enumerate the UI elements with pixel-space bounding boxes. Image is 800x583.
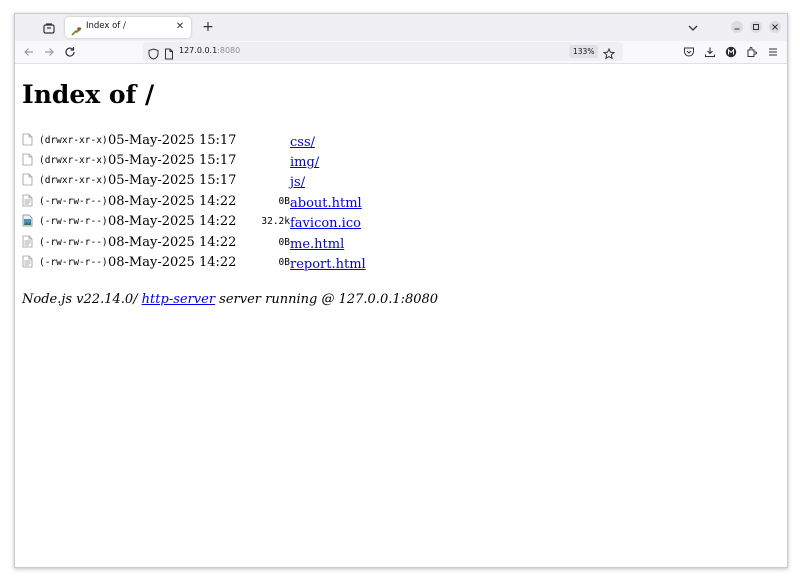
- new-tab-button[interactable]: +: [200, 19, 216, 35]
- footer-suffix: server running @ 127.0.0.1:8080: [215, 292, 439, 307]
- file-size: [253, 130, 290, 150]
- bookmark-star-icon[interactable]: [602, 45, 616, 64]
- file-size: [253, 150, 290, 170]
- file-link[interactable]: favicon.ico: [290, 216, 361, 231]
- extensions-icon[interactable]: [745, 45, 759, 59]
- file-size: 0B: [278, 257, 290, 269]
- file-permissions: (-rw-rw-r--): [39, 236, 108, 248]
- file-size: 0B: [278, 236, 290, 248]
- tab-index[interactable]: Index of / ✕: [65, 17, 191, 38]
- maximize-button[interactable]: [750, 21, 762, 33]
- browser-window: Index of / ✕ + 127.0.0.1:8080 133% Index…: [14, 13, 788, 568]
- file-link[interactable]: css/: [290, 135, 315, 150]
- url-bar[interactable]: 127.0.0.1:8080 133%: [143, 42, 623, 61]
- blank-file-icon: [22, 171, 39, 191]
- file-date: 05-May-2025 15:17: [108, 132, 237, 148]
- file-link[interactable]: report.html: [290, 257, 366, 272]
- listing-row: (drwxr-xr-x) 05-May-2025 15:17 img/: [22, 150, 366, 170]
- page-content: Index of / (drwxr-xr-x) 05-May-2025 15:17…: [15, 64, 787, 567]
- reload-icon[interactable]: [63, 45, 77, 59]
- file-date: 05-May-2025 15:17: [108, 173, 237, 189]
- url-port: :8080: [217, 46, 241, 55]
- http-server-link[interactable]: http-server: [142, 292, 215, 307]
- zoom-level-button[interactable]: 133%: [569, 45, 599, 58]
- file-permissions: (drwxr-xr-x): [39, 155, 108, 167]
- file-link[interactable]: js/: [290, 175, 305, 190]
- account-avatar-icon[interactable]: [724, 45, 738, 59]
- shield-icon[interactable]: [148, 45, 159, 64]
- blank-file-icon: [22, 130, 39, 150]
- file-permissions: (-rw-rw-r--): [39, 257, 108, 269]
- menu-hamburger-icon[interactable]: [766, 45, 780, 59]
- tab-bar: Index of / ✕ +: [15, 14, 787, 41]
- file-size: [253, 171, 290, 191]
- html-file-icon: [22, 191, 39, 211]
- back-arrow-icon[interactable]: [22, 45, 36, 59]
- directory-listing: (drwxr-xr-x) 05-May-2025 15:17 css/(drwxr-…: [22, 130, 366, 273]
- file-size: 32.2k: [261, 216, 290, 228]
- pocket-icon[interactable]: [682, 45, 696, 59]
- page-title: Index of /: [22, 80, 155, 109]
- file-date: 05-May-2025 15:17: [108, 153, 237, 169]
- minimize-button[interactable]: [731, 21, 743, 33]
- firefox-view-icon[interactable]: [41, 20, 57, 36]
- close-tab-icon[interactable]: ✕: [174, 21, 186, 33]
- file-date: 08-May-2025 14:22: [108, 234, 237, 250]
- listing-row: (drwxr-xr-x) 05-May-2025 15:17 css/: [22, 130, 366, 150]
- file-size: 0B: [278, 195, 290, 207]
- html-file-icon: [22, 232, 39, 252]
- file-permissions: (-rw-rw-r--): [39, 195, 108, 207]
- file-date: 08-May-2025 14:22: [108, 193, 237, 209]
- blank-file-icon: [22, 150, 39, 170]
- tab-favicon-icon: [71, 22, 82, 36]
- listing-row: (drwxr-xr-x) 05-May-2025 15:17 js/: [22, 171, 366, 191]
- download-icon[interactable]: [703, 45, 717, 59]
- forward-arrow-icon[interactable]: [42, 45, 56, 59]
- file-link[interactable]: img/: [290, 155, 319, 170]
- navigation-toolbar: 127.0.0.1:8080 133%: [15, 41, 787, 64]
- listing-row: (-rw-rw-r--) 08-May-2025 14:22 0B me.html: [22, 232, 366, 252]
- server-footer: Node.js v22.14.0/ http-server server run…: [22, 292, 438, 307]
- listing-row: (-rw-rw-r--) 08-May-2025 14:22 0B about.htm…: [22, 191, 366, 211]
- close-window-button[interactable]: [769, 21, 781, 33]
- footer-prefix: Node.js v22.14.0/: [22, 292, 142, 307]
- file-link[interactable]: about.html: [290, 196, 362, 211]
- file-permissions: (-rw-rw-r--): [39, 216, 108, 228]
- page-info-icon[interactable]: [164, 45, 174, 64]
- file-permissions: (drwxr-xr-x): [39, 175, 108, 187]
- listing-row: (-rw-rw-r--) 08-May-2025 14:22 32.2k favico…: [22, 212, 366, 232]
- html-file-icon: [22, 252, 39, 272]
- file-permissions: (drwxr-xr-x): [39, 134, 108, 146]
- url-host: 127.0.0.1: [179, 46, 218, 55]
- url-text: 127.0.0.1:8080: [179, 46, 240, 55]
- file-link[interactable]: me.html: [290, 237, 344, 252]
- tab-title: Index of /: [86, 21, 126, 31]
- file-date: 08-May-2025 14:22: [108, 255, 237, 271]
- file-date: 08-May-2025 14:22: [108, 214, 237, 230]
- chevron-down-icon[interactable]: [686, 20, 700, 34]
- image-file-icon: [22, 212, 39, 232]
- listing-row: (-rw-rw-r--) 08-May-2025 14:22 0B report.ht…: [22, 252, 366, 272]
